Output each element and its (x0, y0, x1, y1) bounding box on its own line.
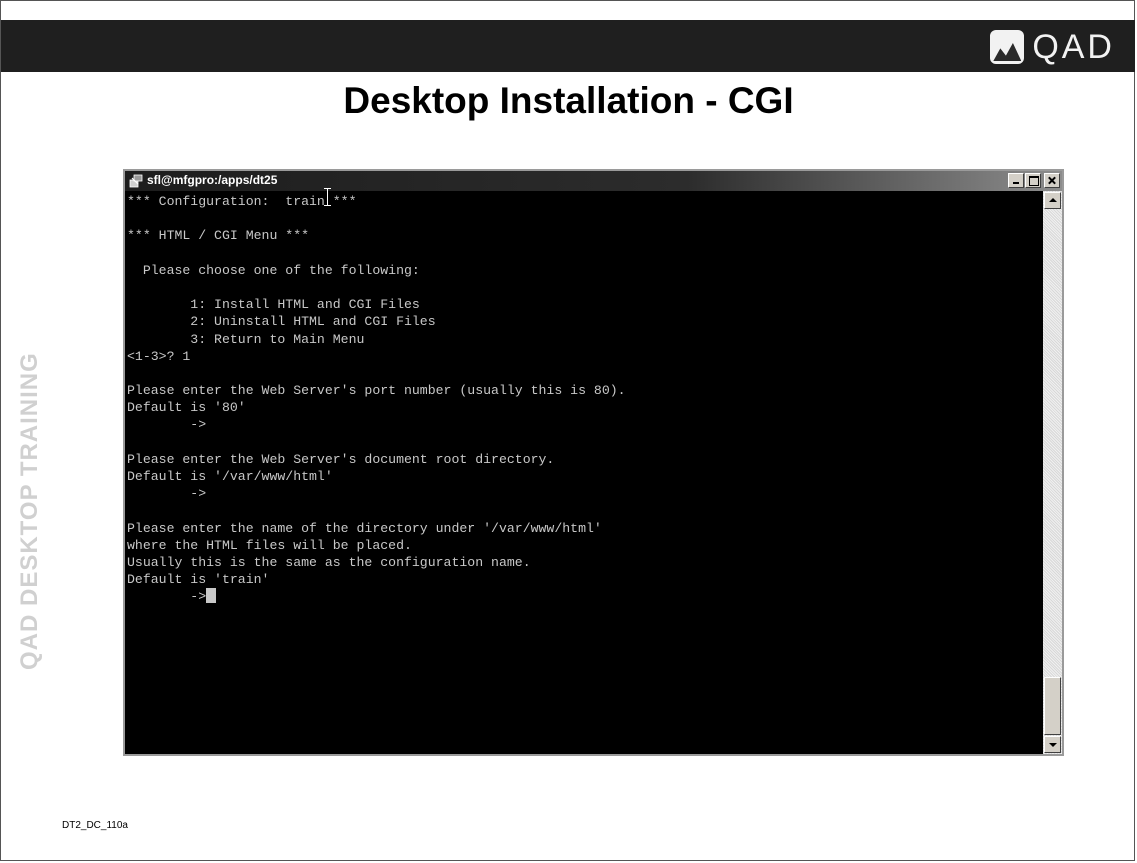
qad-logo: QAD (990, 27, 1115, 66)
terminal-line: where the HTML files will be placed. (127, 537, 412, 553)
terminal-line: <1-3>? 1 (127, 348, 191, 364)
side-label: QAD DESKTOP TRAINING (16, 352, 43, 670)
terminal-line: *** HTML / CGI Menu *** (127, 228, 310, 244)
putty-terminal-icon (129, 174, 143, 188)
terminal-line: 2: Uninstall HTML and CGI Files (127, 314, 436, 330)
footer-code: DT2_DC_110a (62, 820, 128, 831)
terminal-line: 3: Return to Main Menu (127, 331, 365, 347)
qad-mountain-logo-icon (990, 30, 1025, 64)
terminal-line: Please choose one of the following: (127, 262, 420, 278)
window-titlebar[interactable]: sfl@mfgpro:/apps/dt25 (125, 171, 1062, 191)
terminal-line: Please enter the name of the directory u… (127, 520, 602, 536)
minimize-button[interactable] (1008, 173, 1024, 188)
scrollbar-thumb[interactable] (1044, 677, 1061, 735)
maximize-button[interactable] (1025, 173, 1041, 188)
scroll-down-arrow-icon[interactable] (1044, 736, 1061, 753)
terminal-line: -> (127, 588, 1041, 605)
terminal-cursor (206, 588, 217, 604)
terminal-line: Default is '/var/www/html' (127, 469, 333, 484)
vertical-scrollbar[interactable] (1043, 191, 1062, 754)
terminal-line: Usually this is the same as the configur… (127, 554, 531, 570)
terminal-output[interactable]: *** Configuration: train *** *** HTML / C… (127, 193, 1041, 752)
scroll-up-arrow-icon[interactable] (1044, 192, 1061, 209)
page-title: Desktop Installation - CGI (343, 80, 794, 121)
text-cursor-icon (324, 188, 331, 206)
terminal-line: Default is '80' (127, 400, 246, 416)
terminal-line: Please enter the Web Server's port numbe… (127, 383, 626, 399)
terminal-line: 1: Install HTML and CGI Files (127, 297, 420, 313)
close-button[interactable] (1044, 173, 1060, 188)
window-title: sfl@mfgpro:/apps/dt25 (147, 173, 278, 187)
window-controls (1008, 173, 1060, 188)
terminal-line: Default is 'train' (127, 572, 270, 588)
terminal-window[interactable]: sfl@mfgpro:/apps/dt25 *** Configuration:… (123, 169, 1064, 756)
terminal-line: -> (127, 486, 207, 502)
terminal-line: Please enter the Web Server's document r… (127, 451, 555, 467)
terminal-line: *** Configuration: train *** (127, 194, 357, 209)
terminal-line: -> (127, 417, 207, 433)
logo-text: QAD (1032, 27, 1115, 66)
header-bar (1, 20, 1135, 72)
